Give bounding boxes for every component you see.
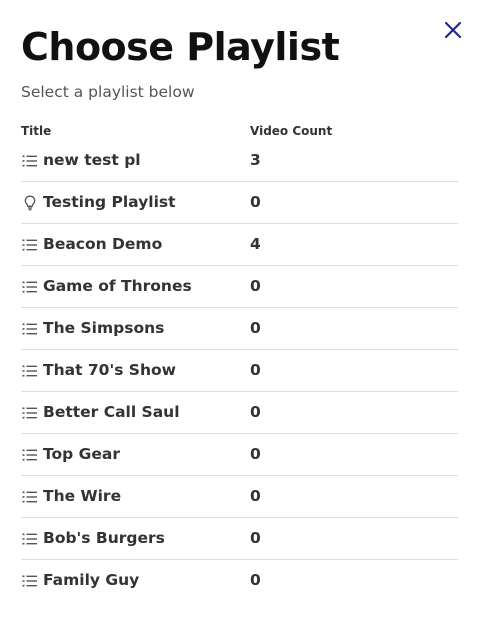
table-header: Title Video Count — [21, 123, 458, 139]
choose-playlist-dialog: Choose Playlist Select a playlist below … — [0, 0, 479, 619]
video-count: 0 — [250, 361, 261, 379]
video-count: 3 — [250, 151, 261, 169]
video-count: 0 — [250, 487, 261, 505]
video-count: 4 — [250, 235, 261, 253]
video-count: 0 — [250, 403, 261, 421]
table-row[interactable]: Top Gear 0 — [21, 434, 458, 476]
table-row[interactable]: Game of Thrones 0 — [21, 266, 458, 308]
video-count: 0 — [250, 445, 261, 463]
column-header-title: Title — [21, 124, 52, 138]
list-icon — [22, 321, 38, 337]
list-icon — [22, 363, 38, 379]
table-row[interactable]: Better Call Saul 0 — [21, 392, 458, 434]
video-count: 0 — [250, 571, 261, 589]
page-title: Choose Playlist — [21, 25, 340, 69]
table-row[interactable]: Beacon Demo 4 — [21, 224, 458, 266]
list-icon — [22, 237, 38, 253]
playlist-name: Beacon Demo — [43, 235, 163, 253]
playlist-name: The Wire — [43, 487, 122, 505]
playlist-name: Testing Playlist — [43, 193, 176, 211]
close-icon — [444, 21, 462, 39]
playlist-name: new test pl — [43, 151, 141, 169]
column-header-video-count: Video Count — [250, 124, 333, 138]
playlist-name: Family Guy — [43, 571, 140, 589]
list-icon — [22, 573, 38, 589]
video-count: 0 — [250, 319, 261, 337]
table-row[interactable]: Testing Playlist 0 — [21, 182, 458, 224]
table-row[interactable]: The Simpsons 0 — [21, 308, 458, 350]
table-row[interactable]: That 70's Show 0 — [21, 350, 458, 392]
lightbulb-icon — [22, 195, 38, 211]
playlist-name: Game of Thrones — [43, 277, 192, 295]
list-icon — [22, 489, 38, 505]
table-row[interactable]: new test pl 3 — [21, 140, 458, 182]
playlist-name: Better Call Saul — [43, 403, 180, 421]
page-subtitle: Select a playlist below — [21, 83, 195, 101]
list-icon — [22, 153, 38, 169]
table-row[interactable]: Family Guy 0 — [21, 560, 458, 601]
playlist-name: Top Gear — [43, 445, 120, 463]
list-icon — [22, 531, 38, 547]
video-count: 0 — [250, 529, 261, 547]
table-row[interactable]: The Wire 0 — [21, 476, 458, 518]
video-count: 0 — [250, 193, 261, 211]
table-row[interactable]: Bob's Burgers 0 — [21, 518, 458, 560]
playlist-name: The Simpsons — [43, 319, 165, 337]
playlist-list: new test pl 3 Testing Playlist 0 Beacon Demo… — [21, 140, 458, 601]
list-icon — [22, 405, 38, 421]
video-count: 0 — [250, 277, 261, 295]
playlist-name: Bob's Burgers — [43, 529, 165, 547]
list-icon — [22, 447, 38, 463]
playlist-name: That 70's Show — [43, 361, 176, 379]
close-button[interactable] — [441, 18, 465, 42]
list-icon — [22, 279, 38, 295]
